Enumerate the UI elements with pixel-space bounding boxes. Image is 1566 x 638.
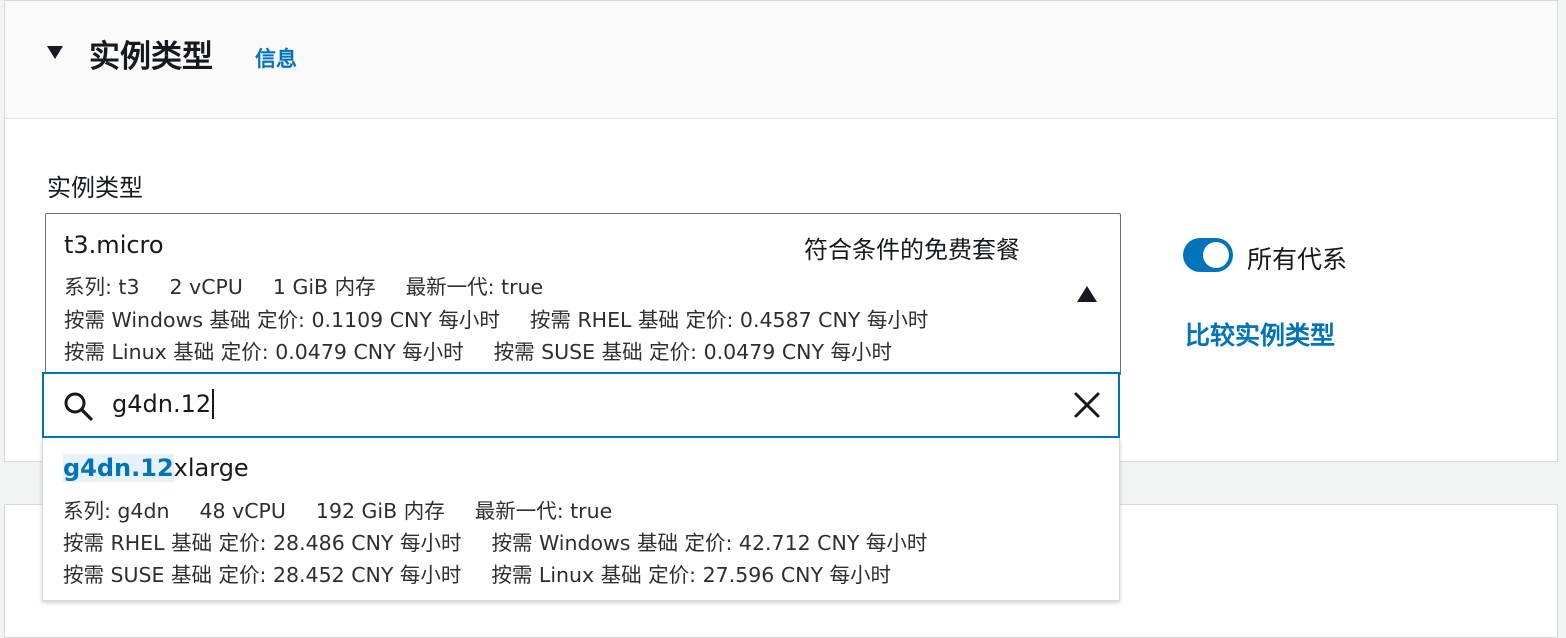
price-windows: 按需 Windows 基础 定价: 42.712 CNY 每小时 — [491, 531, 928, 555]
close-icon[interactable] — [1072, 390, 1102, 420]
selected-specs: 系列: t3 2 vCPU 1 GiB 内存 最新一代: true — [64, 270, 573, 300]
option-instance-name: g4dn.12xlarge — [63, 454, 249, 482]
spec-current-gen: 最新一代: true — [474, 499, 613, 523]
selected-pricing-row: 按需 Linux 基础 定价: 0.0479 CNY 每小时 按需 SUSE 基础… — [64, 335, 922, 365]
option-pricing-row: 按需 SUSE 基础 定价: 28.452 CNY 每小时 按需 Linux 基础… — [63, 558, 921, 588]
instance-type-select[interactable]: t3.micro 符合条件的免费套餐 系列: t3 2 vCPU 1 GiB 内存 最… — [45, 213, 1121, 375]
instance-options-list: g4dn.12xlarge 系列: g4dn 48 vCPU 192 GiB 内存 最… — [42, 438, 1120, 601]
spec-current-gen: 最新一代: true — [405, 275, 544, 299]
price-rhel: 按需 RHEL 基础 定价: 28.486 CNY 每小时 — [63, 531, 462, 555]
spec-family: 系列: t3 — [64, 275, 140, 299]
spec-family: 系列: g4dn — [63, 499, 170, 523]
spec-vcpu: 48 vCPU — [199, 499, 286, 523]
price-windows: 按需 Windows 基础 定价: 0.1109 CNY 每小时 — [64, 308, 500, 332]
price-rhel: 按需 RHEL 基础 定价: 0.4587 CNY 每小时 — [529, 308, 929, 332]
price-linux: 按需 Linux 基础 定价: 27.596 CNY 每小时 — [491, 563, 892, 587]
spec-vcpu: 2 vCPU — [169, 275, 243, 299]
option-specs: 系列: g4dn 48 vCPU 192 GiB 内存 最新一代: true — [63, 494, 642, 524]
compare-instance-types-link[interactable]: 比较实例类型 — [1185, 316, 1335, 352]
instance-search-field[interactable]: g4dn.12 — [42, 372, 1120, 438]
section-title: 实例类型 — [89, 39, 213, 75]
price-linux: 按需 Linux 基础 定价: 0.0479 CNY 每小时 — [64, 340, 464, 364]
spec-memory: 192 GiB 内存 — [315, 499, 445, 523]
option-pricing-row: 按需 RHEL 基础 定价: 28.486 CNY 每小时 按需 Windows … — [63, 526, 957, 556]
search-input[interactable]: g4dn.12 — [112, 389, 215, 419]
search-match-highlight: g4dn.12 — [63, 454, 174, 482]
caret-down-icon[interactable] — [45, 42, 65, 62]
instance-type-label: 实例类型 — [47, 174, 143, 202]
selected-pricing-row: 按需 Windows 基础 定价: 0.1109 CNY 每小时 按需 RHEL … — [64, 303, 958, 333]
selected-instance-name: t3.micro — [64, 231, 164, 259]
price-suse: 按需 SUSE 基础 定价: 0.0479 CNY 每小时 — [493, 340, 893, 364]
all-generations-label: 所有代系 — [1247, 245, 1348, 274]
search-icon — [64, 392, 93, 421]
spec-memory: 1 GiB 内存 — [272, 275, 376, 299]
free-tier-badge: 符合条件的免费套餐 — [804, 236, 1020, 264]
list-item[interactable]: g4dn.12xlarge 系列: g4dn 48 vCPU 192 GiB 内存 最… — [43, 438, 1119, 600]
price-suse: 按需 SUSE 基础 定价: 28.452 CNY 每小时 — [63, 563, 462, 587]
option-name-rest: xlarge — [173, 454, 249, 482]
all-generations-toggle[interactable] — [1183, 238, 1233, 272]
caret-up-icon[interactable] — [1076, 285, 1098, 303]
info-link[interactable]: 信息 — [255, 43, 297, 73]
toggle-knob — [1203, 242, 1229, 268]
panel-header: 实例类型 信息 — [5, 1, 1557, 119]
